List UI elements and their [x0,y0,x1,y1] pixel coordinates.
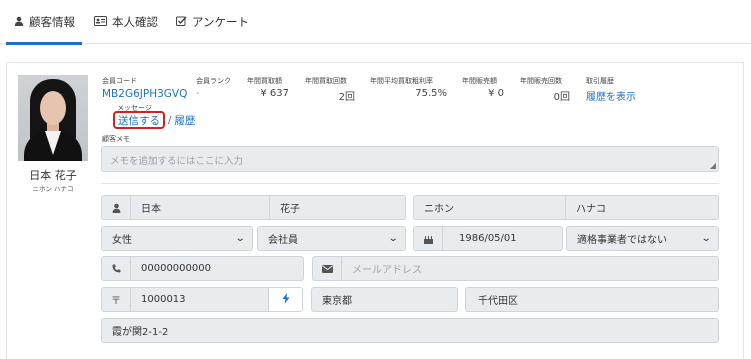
stat-label: 年間買取額 [247,77,282,85]
show-history-link[interactable]: 履歴を表示 [586,88,636,103]
message-history-link[interactable]: 履歴 [174,113,195,128]
address-field[interactable]: 霞が関2-1-2 [101,318,719,343]
address-lookup-button[interactable] [268,287,303,312]
occupation-select[interactable]: 会社員 ⌄ [257,226,406,251]
qualified-business-value: 適格事業者ではない [577,235,667,246]
tab-survey[interactable]: アンケート [176,0,249,44]
stat-value: ¥ 0 [488,88,504,99]
tab-bar: 顧客情報 本人確認 アンケート [0,0,751,45]
stat-annual-purchase-count: 年間買取回数 2回 [305,76,355,103]
gender-value: 女性 [112,235,132,246]
birthdate-field[interactable]: 1986/05/01 [442,226,563,251]
stat-annual-sales-amount: 年間販売額 ¥ 0 [462,76,504,99]
stat-label: 取引履歴 [586,77,614,85]
first-name-kana-field[interactable]: ハナコ [565,195,719,220]
last-name-field[interactable]: 日本 [130,195,270,220]
tab-customer-info[interactable]: 顧客情報 [6,0,82,45]
birthday-cake-icon [413,226,443,251]
resize-handle-icon[interactable]: ◢ [710,161,716,170]
tab-label: 顧客情報 [29,15,75,29]
stat-annual-sales-count: 年間販売回数 0回 [520,76,570,103]
prefecture-field[interactable]: 東京都 [311,287,458,312]
city-field[interactable]: 千代田区 [465,287,719,312]
id-card-icon [94,15,107,29]
memo-textarea[interactable]: メモを追加するにはここに入力 ◢ [101,146,719,172]
user-icon [14,16,24,29]
stat-value: ¥ 637 [260,88,289,99]
stat-avg-gross-margin: 年間平均買取粗利率 75.5% [370,76,447,99]
stat-value: 0回 [553,92,570,103]
prefecture-value: 東京都 [322,296,352,307]
stat-transaction-history: 取引履歴 履歴を表示 [586,76,636,103]
stat-value: - [196,88,200,99]
last-name-kana-field[interactable]: ニホン [413,195,566,220]
stat-label: 年間買取回数 [305,77,347,85]
stat-value: 2回 [338,92,355,103]
stat-label: 年間販売回数 [520,77,562,85]
customer-photo [18,75,88,161]
postal-mark-icon: 〒 [101,287,131,312]
tab-label: アンケート [192,15,250,29]
stat-annual-purchase-amount: 年間買取額 ¥ 637 [247,76,289,99]
memo-placeholder: メモを追加するにはここに入力 [110,156,244,167]
envelope-icon [312,256,342,281]
stat-label: 会員コード [102,77,137,85]
message-actions: 送信する / 履歴 [113,111,195,129]
chevron-down-icon: ⌄ [234,233,246,244]
stat-label: 会員ランク [196,77,231,85]
person-icon [101,195,131,220]
stat-member-rank: 会員ランク - [196,76,231,99]
bolt-icon [282,292,290,307]
phone-field[interactable]: 00000000000 [130,256,304,281]
chevron-down-icon: ⌄ [700,233,712,244]
first-name-field[interactable]: 花子 [269,195,406,220]
qualified-business-select[interactable]: 適格事業者ではない ⌄ [566,226,719,251]
stat-member-code: 会員コード MB2G6JPH3GVQ [102,76,187,100]
separator: / [168,114,172,126]
phone-icon [101,256,131,281]
customer-name-kana: ニホン ハナコ [32,185,74,193]
divider [101,183,719,184]
chevron-down-icon: ⌄ [387,233,399,244]
checkbox-icon [176,16,187,29]
postal-code-field[interactable]: 1000013 [130,287,269,312]
gender-select[interactable]: 女性 ⌄ [101,226,253,251]
memo-label: 顧客メモ [102,135,130,143]
customer-name: 日本 花子 [29,169,77,182]
occupation-value: 会社員 [268,235,298,246]
tab-label: 本人確認 [112,15,158,29]
email-field[interactable]: メールアドレス [341,256,719,281]
stat-value: 75.5% [415,88,447,99]
member-code-link[interactable]: MB2G6JPH3GVQ [102,88,187,100]
stat-label: 年間販売額 [462,77,497,85]
stat-label: 年間平均買取粗利率 [370,77,433,85]
tab-identity-verification[interactable]: 本人確認 [94,0,158,44]
send-message-link[interactable]: 送信する [113,111,165,129]
